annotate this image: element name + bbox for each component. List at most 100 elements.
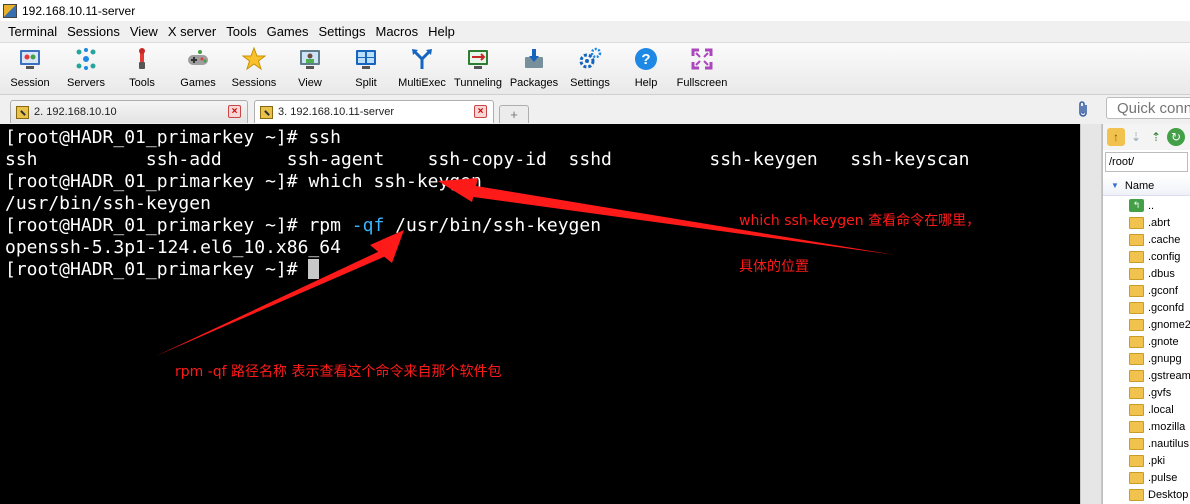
paperclip-icon[interactable] [1077, 100, 1089, 123]
terminal-output[interactable]: [root@HADR_01_primarkey ~]# ssh ssh ssh-… [0, 124, 1080, 504]
command-text: ssh [297, 127, 341, 148]
app-icon [3, 3, 17, 18]
menu-help[interactable]: Help [423, 21, 460, 43]
folder-icon [1129, 488, 1144, 501]
list-item[interactable]: .gnupg [1129, 350, 1190, 367]
servers-button[interactable]: Servers [58, 43, 114, 95]
packages-label: Packages [509, 77, 559, 89]
games-icon [186, 47, 210, 71]
tunneling-button[interactable]: Tunneling [450, 43, 506, 95]
folder-icon [1129, 403, 1144, 416]
menu-bar: Terminal Sessions View X server Tools Ga… [0, 21, 1190, 43]
list-item[interactable]: .abrt [1129, 214, 1190, 231]
list-item[interactable]: .gconfd [1129, 299, 1190, 316]
quick-connect-input[interactable] [1106, 97, 1190, 119]
session-label: Session [10, 77, 50, 89]
toolbar: Session Servers Tools Games Sessions Vie… [0, 43, 1190, 95]
tunneling-icon [466, 47, 490, 71]
shell-prompt: [root@HADR_01_primarkey ~]# [5, 215, 298, 236]
menu-tools[interactable]: Tools [221, 21, 261, 43]
folder-icon [1129, 284, 1144, 297]
help-label: Help [634, 77, 658, 89]
upload-icon[interactable]: ⇡ [1147, 128, 1165, 146]
command-text: /usr/bin/ssh-keygen [384, 215, 602, 236]
list-item[interactable]: .gconf [1129, 282, 1190, 299]
help-button[interactable]: ? Help [618, 43, 674, 95]
menu-games[interactable]: Games [262, 21, 314, 43]
which-annotation-line-1: which ssh-keygen 查看命令在哪里， [739, 213, 981, 229]
split-button[interactable]: Split [338, 43, 394, 95]
multiexec-button[interactable]: MultiExec [394, 43, 450, 95]
games-label: Games [180, 77, 216, 89]
command-text: which ssh-keygen [297, 171, 482, 192]
folder-icon [1129, 352, 1144, 365]
parent-folder-icon[interactable]: ↑ [1107, 128, 1125, 146]
list-item[interactable]: .gvfs [1129, 384, 1190, 401]
menu-settings[interactable]: Settings [314, 21, 371, 43]
folder-icon [1129, 437, 1144, 450]
terminal-line: ssh ssh-add ssh-agent ssh-copy-id sshd s… [5, 149, 970, 170]
terminal-line: [root@HADR_01_primarkey ~]# ssh [5, 127, 1080, 149]
folder-icon [1129, 301, 1144, 314]
fullscreen-button[interactable]: Fullscreen [674, 43, 730, 95]
list-item[interactable]: .local [1129, 401, 1190, 418]
tab-session-192-168-10-10[interactable]: 2. 192.168.10.10 × [10, 100, 248, 123]
tools-icon [130, 47, 154, 71]
close-icon[interactable]: × [228, 105, 241, 118]
menu-view[interactable]: View [125, 21, 163, 43]
menu-terminal[interactable]: Terminal [3, 21, 62, 43]
list-item-parent-dir[interactable]: ↰.. [1129, 197, 1190, 214]
ssh-session-icon [16, 105, 29, 119]
folder-icon [1129, 471, 1144, 484]
list-item[interactable]: .pki [1129, 452, 1190, 469]
tab-bar: 2. 192.168.10.10 × 3. 192.168.10.11-serv… [0, 95, 1190, 124]
refresh-icon[interactable]: ↻ [1167, 128, 1185, 146]
list-item[interactable]: Desktop [1129, 486, 1190, 503]
list-item[interactable]: .gstreamer-0.10 [1129, 367, 1190, 384]
sort-arrow-icon: ▼ [1111, 181, 1119, 190]
tools-button[interactable]: Tools [114, 43, 170, 95]
sessions-button[interactable]: Sessions [226, 43, 282, 95]
folder-icon [1129, 386, 1144, 399]
close-icon[interactable]: × [474, 105, 487, 118]
parent-dir-icon: ↰ [1129, 199, 1144, 212]
list-item[interactable]: .dbus [1129, 265, 1190, 282]
list-item[interactable]: .mozilla [1129, 418, 1190, 435]
view-button[interactable]: View [282, 43, 338, 95]
menu-sessions[interactable]: Sessions [62, 21, 125, 43]
rpm-annotation: rpm -qf 路径名称 表示查看这个命令来自那个软件包 [175, 364, 502, 380]
help-icon: ? [634, 47, 658, 71]
multiexec-label: MultiExec [398, 77, 446, 89]
list-item[interactable]: .nautilus [1129, 435, 1190, 452]
packages-button[interactable]: Packages [506, 43, 562, 95]
list-item[interactable]: .pulse [1129, 469, 1190, 486]
menu-macros[interactable]: Macros [370, 21, 423, 43]
star-icon [242, 47, 266, 71]
gears-icon [578, 47, 602, 71]
terminal-cursor [308, 259, 320, 279]
which-annotation-line-2: 具体的位置 [739, 259, 809, 275]
settings-button[interactable]: Settings [562, 43, 618, 95]
list-item[interactable]: .cache [1129, 231, 1190, 248]
folder-icon [1129, 335, 1144, 348]
folder-icon [1129, 369, 1144, 382]
menu-x-server[interactable]: X server [163, 21, 221, 43]
games-button[interactable]: Games [170, 43, 226, 95]
session-button[interactable]: Session [2, 43, 58, 95]
list-item[interactable]: .config [1129, 248, 1190, 265]
download-icon[interactable]: ⇣ [1127, 128, 1145, 146]
list-item[interactable]: .gnote [1129, 333, 1190, 350]
terminal-line: openssh-5.3p1-124.el6_10.x86_64 [5, 237, 341, 258]
sftp-path-field[interactable]: /root/ [1105, 152, 1188, 172]
svg-text:?: ? [641, 51, 650, 68]
column-header-label: Name [1124, 179, 1155, 192]
new-tab-button[interactable]: + [499, 105, 529, 123]
tab-label: 3. 192.168.10.11-server [278, 106, 394, 118]
list-item[interactable]: .gnome2 [1129, 316, 1190, 333]
panel-divider[interactable] [1080, 124, 1102, 504]
folder-icon [1129, 318, 1144, 331]
name-column-header[interactable]: ▼ Name [1103, 176, 1190, 196]
tunneling-label: Tunneling [454, 77, 502, 89]
file-list: ↰.. .abrt .cache .config .dbus .gconf .g… [1103, 196, 1190, 503]
tab-session-192-168-10-11-server[interactable]: 3. 192.168.10.11-server × [254, 100, 494, 123]
